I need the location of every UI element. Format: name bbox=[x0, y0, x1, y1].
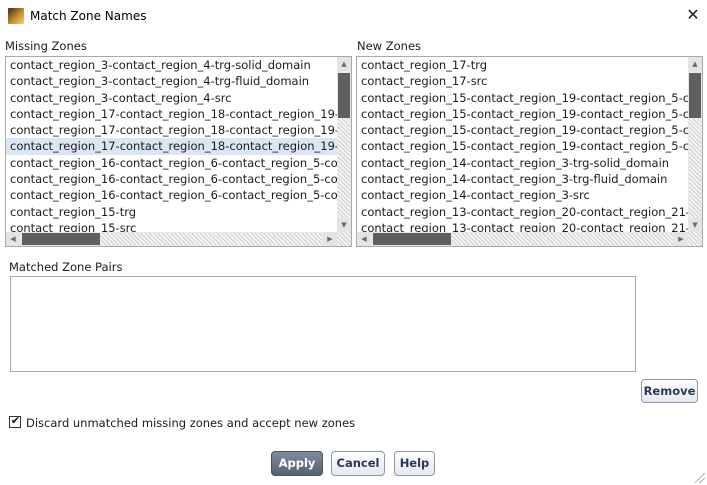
window-title: Match Zone Names bbox=[30, 9, 147, 23]
scroll-corner bbox=[688, 232, 702, 246]
matched-zone-pairs-label: Matched Zone Pairs bbox=[9, 260, 123, 274]
missing-zones-label: Missing Zones bbox=[5, 39, 87, 53]
help-button[interactable]: Help bbox=[394, 451, 435, 476]
scroll-thumb[interactable] bbox=[22, 233, 100, 245]
list-item[interactable]: contact_region_17-src bbox=[357, 73, 688, 89]
scroll-track[interactable] bbox=[338, 119, 350, 217]
apply-button[interactable]: Apply bbox=[271, 451, 323, 476]
list-item[interactable]: contact_region_16-contact_region_6-conta… bbox=[6, 155, 337, 171]
cancel-button[interactable]: Cancel bbox=[331, 451, 385, 476]
discard-checkbox[interactable]: ✔ bbox=[9, 414, 21, 428]
scroll-track[interactable] bbox=[101, 233, 322, 245]
remove-button[interactable]: Remove bbox=[641, 379, 698, 403]
missing-zones-list[interactable]: contact_region_3-contact_region_4-trg-so… bbox=[5, 56, 352, 247]
list-item[interactable]: contact_region_16-contact_region_6-conta… bbox=[6, 187, 337, 203]
list-item[interactable]: contact_region_13-contact_region_20-cont… bbox=[357, 204, 688, 220]
scroll-right-icon[interactable]: ▶ bbox=[674, 232, 688, 246]
close-icon[interactable]: ✕ bbox=[684, 5, 702, 25]
new-zones-list[interactable]: contact_region_17-trg contact_region_17-s… bbox=[356, 56, 703, 247]
scroll-down-icon[interactable]: ▼ bbox=[337, 218, 351, 232]
discard-label[interactable]: Discard unmatched missing zones and acce… bbox=[26, 416, 355, 430]
scroll-up-icon[interactable]: ▲ bbox=[337, 57, 351, 71]
scroll-down-icon[interactable]: ▼ bbox=[688, 218, 702, 232]
list-item[interactable]: contact_region_13-contact_region_20-cont… bbox=[357, 220, 688, 232]
list-item[interactable]: contact_region_15-contact_region_19-cont… bbox=[357, 106, 688, 122]
new-zones-hscrollbar[interactable]: ◀ ▶ bbox=[357, 232, 688, 246]
list-item[interactable]: contact_region_17-contact_region_18-cont… bbox=[6, 122, 337, 138]
list-item[interactable]: contact_region_15-contact_region_19-cont… bbox=[357, 90, 688, 106]
list-item[interactable]: contact_region_15-contact_region_19-cont… bbox=[357, 138, 688, 154]
list-item[interactable]: contact_region_14-contact_region_3-trg-s… bbox=[357, 155, 688, 171]
missing-zones-vscrollbar[interactable]: ▲ ▼ bbox=[337, 57, 351, 232]
scroll-track[interactable] bbox=[452, 233, 673, 245]
list-item[interactable]: contact_region_3-contact_region_4-trg-fl… bbox=[6, 73, 337, 89]
new-zones-items[interactable]: contact_region_17-trg contact_region_17-s… bbox=[357, 57, 688, 232]
missing-zones-items[interactable]: contact_region_3-contact_region_4-trg-so… bbox=[6, 57, 337, 232]
list-item[interactable]: contact_region_17-contact_region_18-cont… bbox=[6, 138, 337, 155]
resize-grip-icon[interactable] bbox=[695, 473, 705, 483]
new-zones-label: New Zones bbox=[357, 39, 422, 53]
scroll-up-icon[interactable]: ▲ bbox=[688, 57, 702, 71]
scroll-left-icon[interactable]: ◀ bbox=[357, 232, 371, 246]
scroll-thumb[interactable] bbox=[373, 233, 451, 245]
title-bar: Match Zone Names ✕ bbox=[0, 0, 707, 33]
list-item[interactable]: contact_region_3-contact_region_4-trg-so… bbox=[6, 57, 337, 73]
list-item[interactable]: contact_region_15-trg bbox=[6, 204, 337, 220]
list-item[interactable]: contact_region_3-contact_region_4-src bbox=[6, 90, 337, 106]
scroll-corner bbox=[337, 232, 351, 246]
scroll-track[interactable] bbox=[689, 119, 701, 217]
matched-zone-pairs-list[interactable] bbox=[10, 276, 636, 372]
scroll-right-icon[interactable]: ▶ bbox=[323, 232, 337, 246]
scroll-thumb[interactable] bbox=[338, 73, 350, 118]
new-zones-vscrollbar[interactable]: ▲ ▼ bbox=[688, 57, 702, 232]
list-item[interactable]: contact_region_17-contact_region_18-cont… bbox=[6, 106, 337, 122]
list-item[interactable]: contact_region_15-contact_region_19-cont… bbox=[357, 122, 688, 138]
list-item[interactable]: contact_region_17-trg bbox=[357, 57, 688, 73]
list-item[interactable]: contact_region_15-src bbox=[6, 220, 337, 232]
app-icon bbox=[8, 8, 24, 24]
missing-zones-hscrollbar[interactable]: ◀ ▶ bbox=[6, 232, 337, 246]
checkmark-icon: ✔ bbox=[10, 414, 21, 427]
scroll-left-icon[interactable]: ◀ bbox=[6, 232, 20, 246]
scroll-thumb[interactable] bbox=[689, 73, 701, 118]
list-item[interactable]: contact_region_14-contact_region_3-src bbox=[357, 187, 688, 203]
list-item[interactable]: contact_region_14-contact_region_3-trg-f… bbox=[357, 171, 688, 187]
list-item[interactable]: contact_region_16-contact_region_6-conta… bbox=[6, 171, 337, 187]
